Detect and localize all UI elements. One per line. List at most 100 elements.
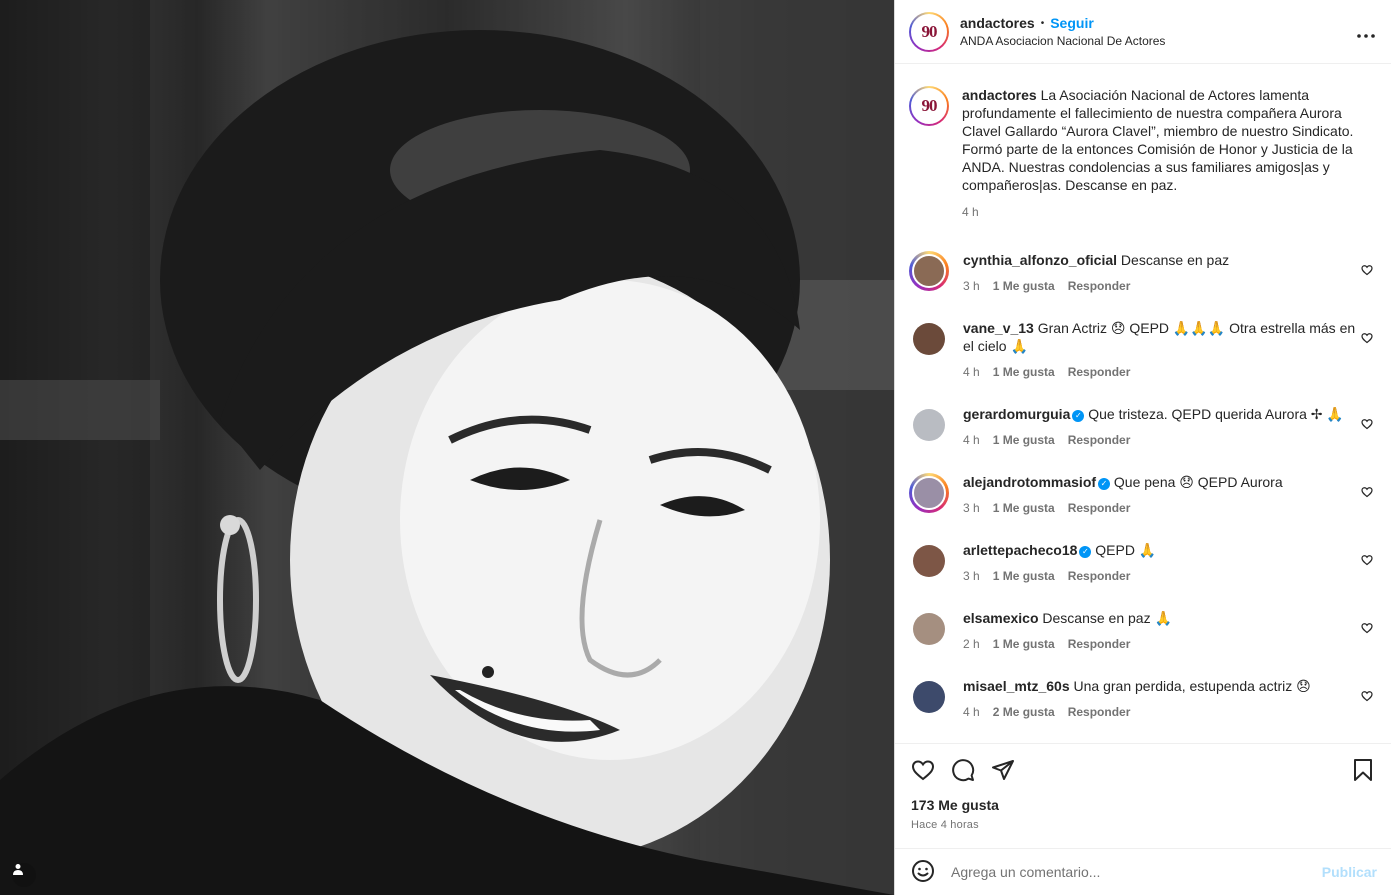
comment-likes[interactable]: 1 Me gusta xyxy=(993,567,1055,585)
commenter-username[interactable]: alejandrotommasiof xyxy=(963,474,1096,490)
commenter-username[interactable]: gerardomurguia xyxy=(963,406,1070,422)
commenter-avatar[interactable] xyxy=(913,545,945,577)
comment-meta: 3 h 1 Me gusta Responder xyxy=(963,567,1358,585)
separator-dot: • xyxy=(1040,17,1045,29)
comment-meta: 2 h 1 Me gusta Responder xyxy=(963,635,1358,653)
verified-badge-icon: ✓ xyxy=(1098,478,1111,490)
comment-meta: 3 h 1 Me gusta Responder xyxy=(963,277,1358,295)
heart-icon xyxy=(1361,691,1373,702)
heart-icon xyxy=(1361,265,1373,276)
comment-row: gerardomurguia ✓ Que tristeza. QEPD queri… xyxy=(909,405,1377,449)
caption-time[interactable]: 4 h xyxy=(962,203,1357,221)
bookmark-icon xyxy=(1354,758,1372,781)
caption-username[interactable]: andactores xyxy=(962,87,1037,103)
comment-meta: 4 h 1 Me gusta Responder xyxy=(963,431,1358,449)
commenter-avatar[interactable] xyxy=(909,251,949,291)
author-username[interactable]: andactores xyxy=(960,15,1035,31)
add-comment-bar: Publicar xyxy=(895,848,1391,895)
heart-icon xyxy=(1361,333,1373,344)
save-button[interactable] xyxy=(1351,758,1375,785)
comment-meta: 3 h 1 Me gusta Responder xyxy=(963,499,1358,517)
likes-count[interactable]: 173 Me gusta xyxy=(911,797,1375,813)
follow-button[interactable]: Seguir xyxy=(1050,15,1094,31)
post-side-panel: 90 andactores • Seguir ANDA Asociacion N… xyxy=(894,0,1391,895)
comment-like-button[interactable] xyxy=(1361,417,1373,433)
comment-time[interactable]: 4 h xyxy=(963,363,980,381)
post-date[interactable]: Hace 4 horas xyxy=(911,819,1375,831)
more-options-button[interactable] xyxy=(1357,22,1375,43)
comment-likes[interactable]: 2 Me gusta xyxy=(993,703,1055,721)
comment-row: alejandrotommasiof ✓ Que pena 😞 QEPD Auro… xyxy=(909,473,1377,517)
reply-button[interactable]: Responder xyxy=(1068,277,1131,295)
verified-badge-icon: ✓ xyxy=(1072,410,1085,422)
comment-text: Una gran perdida, estupenda actriz 😞 xyxy=(1069,678,1311,694)
comment-time[interactable]: 3 h xyxy=(963,499,980,517)
comment-time[interactable]: 3 h xyxy=(963,277,980,295)
comment-likes[interactable]: 1 Me gusta xyxy=(993,635,1055,653)
commenter-avatar[interactable] xyxy=(909,473,949,513)
publish-button[interactable]: Publicar xyxy=(1322,864,1377,880)
anda-logo: 90 xyxy=(921,21,938,41)
comment-row: vane_v_13 Gran Actriz 😞 QEPD 🙏🙏🙏 Otra es… xyxy=(909,319,1377,381)
commenter-avatar[interactable] xyxy=(913,409,945,441)
reply-button[interactable]: Responder xyxy=(1068,635,1131,653)
heart-icon xyxy=(1361,623,1373,634)
emoji-icon xyxy=(912,859,934,882)
photo-illustration xyxy=(0,0,894,895)
share-button[interactable] xyxy=(991,758,1015,785)
comment-row: misael_mtz_60s Una gran perdida, estupen… xyxy=(909,677,1377,721)
comment-meta: 4 h 1 Me gusta Responder xyxy=(963,363,1358,381)
comment-button[interactable] xyxy=(951,758,975,785)
heart-icon xyxy=(1361,419,1373,430)
comment-text: QEPD 🙏 xyxy=(1091,542,1157,558)
author-avatar[interactable]: 90 xyxy=(909,11,949,52)
user-tag-button[interactable] xyxy=(12,863,36,887)
reply-button[interactable]: Responder xyxy=(1068,703,1131,721)
heart-icon xyxy=(1361,555,1373,566)
comment-icon xyxy=(952,758,975,781)
comment-likes[interactable]: 1 Me gusta xyxy=(993,499,1055,517)
commenter-username[interactable]: vane_v_13 xyxy=(963,320,1034,336)
comment-row: elsamexico Descanse en paz 🙏 2 h 1 Me gust… xyxy=(909,609,1377,653)
commenter-avatar[interactable] xyxy=(913,681,945,713)
comment-time[interactable]: 2 h xyxy=(963,635,980,653)
comment-like-button[interactable] xyxy=(1361,331,1373,347)
reply-button[interactable]: Responder xyxy=(1068,363,1131,381)
anda-logo: 90 xyxy=(921,96,938,115)
commenter-avatar[interactable] xyxy=(913,323,945,355)
comments-list[interactable]: 90 andactores La Asociación Nacional de … xyxy=(895,65,1391,743)
commenter-username[interactable]: elsamexico xyxy=(963,610,1039,626)
comment-likes[interactable]: 1 Me gusta xyxy=(993,363,1055,381)
more-horizontal-icon xyxy=(1357,34,1375,38)
comment-likes[interactable]: 1 Me gusta xyxy=(993,277,1055,295)
comment-time[interactable]: 4 h xyxy=(963,431,980,449)
comment-text: Que tristeza. QEPD querida Aurora ✢ 🙏 xyxy=(1084,406,1344,422)
post-caption: 90 andactores La Asociación Nacional de … xyxy=(909,65,1377,221)
emoji-button[interactable] xyxy=(911,859,935,886)
comment-like-button[interactable] xyxy=(1361,485,1373,501)
comment-text: Descanse en paz 🙏 xyxy=(1038,610,1172,626)
caption-avatar[interactable]: 90 xyxy=(909,86,949,126)
reply-button[interactable]: Responder xyxy=(1068,499,1131,517)
comment-like-button[interactable] xyxy=(1361,263,1373,279)
heart-icon xyxy=(1361,487,1373,498)
reply-button[interactable]: Responder xyxy=(1068,567,1131,585)
comment-likes[interactable]: 1 Me gusta xyxy=(993,431,1055,449)
comment-time[interactable]: 4 h xyxy=(963,703,980,721)
reply-button[interactable]: Responder xyxy=(1068,431,1131,449)
comment-time[interactable]: 3 h xyxy=(963,567,980,585)
commenter-avatar[interactable] xyxy=(913,613,945,645)
comment-input[interactable] xyxy=(951,864,1322,880)
like-button[interactable] xyxy=(911,758,935,785)
comment-like-button[interactable] xyxy=(1361,553,1373,569)
commenter-username[interactable]: misael_mtz_60s xyxy=(963,678,1070,694)
post-photo[interactable] xyxy=(0,0,894,895)
comment-like-button[interactable] xyxy=(1361,621,1373,637)
send-icon xyxy=(992,759,1014,780)
comment-like-button[interactable] xyxy=(1361,689,1373,705)
author-subtitle[interactable]: ANDA Asociacion Nacional De Actores xyxy=(960,34,1165,48)
commenter-username[interactable]: cynthia_alfonzo_oficial xyxy=(963,252,1117,268)
commenter-username[interactable]: arlettepacheco18 xyxy=(963,542,1077,558)
user-tag-icon xyxy=(13,864,23,875)
verified-badge-icon: ✓ xyxy=(1079,546,1092,558)
